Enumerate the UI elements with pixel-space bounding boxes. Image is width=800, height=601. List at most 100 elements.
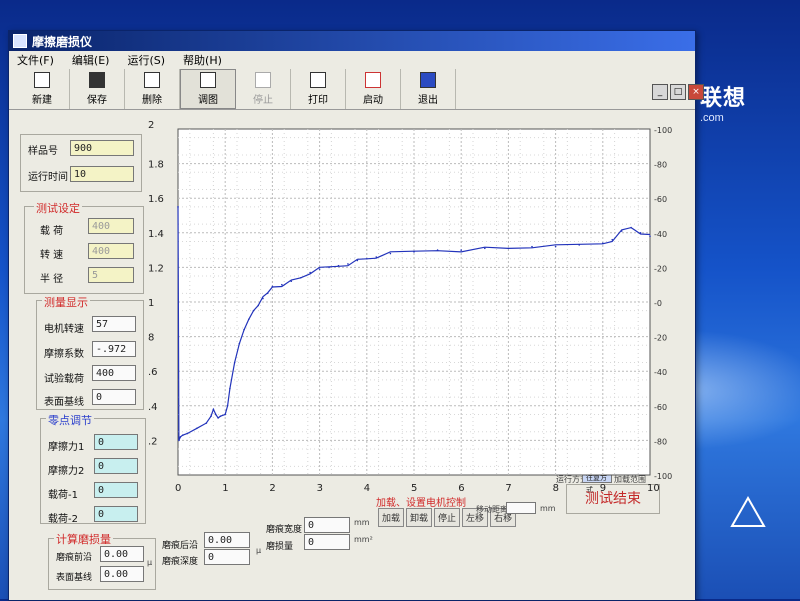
motor-stop-button[interactable]: 停止 bbox=[434, 508, 461, 527]
move-distance-field[interactable] bbox=[506, 502, 536, 514]
setting-radius-label: 半 径 bbox=[40, 274, 64, 285]
title-bar[interactable]: 摩擦磨损仪 bbox=[9, 31, 695, 51]
unload-button[interactable]: 卸载 bbox=[406, 508, 433, 527]
y-top-label: 2 bbox=[148, 120, 154, 131]
wear-surface-field: 0.00 bbox=[100, 566, 144, 582]
load2-field[interactable]: 0 bbox=[94, 506, 138, 522]
data-point bbox=[309, 271, 311, 274]
save-button[interactable]: 保存 bbox=[70, 69, 125, 109]
zero-title: 零点调节 bbox=[46, 412, 94, 428]
load-button[interactable]: 加载 bbox=[378, 508, 405, 527]
save-label: 保存 bbox=[87, 95, 107, 106]
move-distance-unit: mm bbox=[540, 504, 556, 513]
x-tick-label: 8 bbox=[553, 483, 559, 494]
setting-load-label: 载 荷 bbox=[40, 226, 64, 237]
data-point bbox=[179, 436, 182, 438]
data-point bbox=[630, 226, 632, 229]
sample-id-label: 样品号 bbox=[28, 146, 58, 157]
recycle-bin-icon[interactable] bbox=[728, 494, 768, 534]
data-point bbox=[281, 283, 283, 286]
move-distance-label: 移动距离 bbox=[476, 505, 508, 514]
menu-run[interactable]: 运行(S) bbox=[123, 52, 179, 68]
data-point bbox=[229, 387, 231, 390]
data-point bbox=[484, 247, 486, 250]
data-point bbox=[347, 263, 349, 265]
x-tick-label: 3 bbox=[317, 483, 323, 494]
y-tick-label: 1.8 bbox=[148, 160, 164, 171]
motor-speed-field: 57 bbox=[92, 316, 136, 332]
close-button[interactable]: × bbox=[688, 84, 704, 100]
y-tick-label: .2 bbox=[148, 436, 158, 447]
right-tick-label: -0 bbox=[654, 299, 662, 308]
right-tick-label: -40 bbox=[654, 230, 667, 239]
right-tick-label: -60 bbox=[654, 195, 667, 204]
y-tick-label: 1.4 bbox=[148, 229, 164, 240]
data-point bbox=[554, 245, 557, 248]
friction2-field[interactable]: 0 bbox=[94, 458, 138, 474]
app-icon bbox=[13, 34, 27, 48]
data-point bbox=[219, 415, 222, 417]
setting-speed-field[interactable]: 400 bbox=[88, 243, 134, 259]
menu-help[interactable]: 帮助(H) bbox=[179, 52, 236, 68]
run-time-label: 运行时间 bbox=[28, 172, 68, 183]
baseline-field: 0 bbox=[92, 389, 136, 405]
wear-front-field: 0.00 bbox=[100, 546, 144, 562]
measure-title: 测量显示 bbox=[42, 294, 90, 310]
menu-file[interactable]: 文件(F) bbox=[13, 52, 68, 68]
run-time-field[interactable]: 10 bbox=[70, 166, 134, 182]
motor-speed-label: 电机转速 bbox=[44, 324, 84, 335]
data-point bbox=[252, 309, 255, 312]
data-point bbox=[271, 285, 274, 288]
x-tick-label: 5 bbox=[411, 483, 417, 494]
right-tick-label: -80 bbox=[654, 437, 667, 446]
data-point bbox=[212, 408, 215, 411]
data-point bbox=[181, 434, 184, 437]
wear-front-label: 磨痕前沿 bbox=[56, 553, 93, 563]
minimize-button[interactable]: _ bbox=[652, 84, 668, 100]
setting-load-field[interactable]: 400 bbox=[88, 218, 134, 234]
friction-coef-field: -.972 bbox=[92, 341, 136, 357]
data-point bbox=[262, 297, 264, 300]
test-setting-title: 测试设定 bbox=[34, 200, 82, 216]
exit-icon bbox=[420, 72, 436, 88]
menu-edit[interactable]: 编辑(E) bbox=[68, 52, 124, 68]
data-point bbox=[460, 249, 463, 251]
y-tick-label: 8 bbox=[148, 333, 154, 344]
x-tick-label: 10 bbox=[647, 483, 660, 494]
x-tick-label: 0 bbox=[175, 483, 181, 494]
data-point bbox=[389, 252, 392, 255]
data-point bbox=[299, 276, 302, 279]
data-point bbox=[507, 247, 510, 250]
data-point bbox=[290, 280, 293, 283]
load1-field[interactable]: 0 bbox=[94, 482, 138, 498]
setting-radius-field[interactable]: 5 bbox=[88, 267, 134, 283]
x-tick-label: 9 bbox=[600, 483, 606, 494]
wear-back-field: 0.00 bbox=[204, 532, 250, 548]
data-point bbox=[356, 259, 359, 262]
maximize-button[interactable]: □ bbox=[670, 84, 686, 100]
friction2-label: 摩擦力2 bbox=[48, 466, 85, 477]
wear-width-field: 0 bbox=[304, 517, 350, 533]
wear-surface-label: 表面基线 bbox=[56, 573, 93, 583]
data-point bbox=[214, 413, 217, 416]
y-tick-label: .6 bbox=[148, 367, 158, 378]
wear-unit-mu-2: μ bbox=[256, 546, 262, 555]
view-icon bbox=[200, 72, 216, 88]
data-point bbox=[248, 318, 250, 321]
y-tick-label: .4 bbox=[148, 402, 158, 413]
y-tick-label: 1 bbox=[148, 298, 154, 309]
data-point bbox=[337, 264, 340, 267]
friction1-field[interactable]: 0 bbox=[94, 434, 138, 450]
delete-icon bbox=[144, 72, 160, 88]
data-point bbox=[205, 422, 208, 424]
friction-coef-label: 摩擦系数 bbox=[44, 349, 84, 360]
wear-title: 计算磨损量 bbox=[54, 531, 113, 547]
data-point bbox=[602, 242, 604, 244]
x-tick-label: 7 bbox=[505, 483, 511, 494]
new-button[interactable]: 新建 bbox=[15, 69, 70, 109]
data-point bbox=[196, 427, 198, 430]
wear-amount-unit: mm² bbox=[354, 535, 373, 544]
x-tick-label: 2 bbox=[269, 483, 275, 494]
load1-label: 载荷-1 bbox=[48, 490, 78, 501]
sample-id-field[interactable]: 900 bbox=[70, 140, 134, 156]
